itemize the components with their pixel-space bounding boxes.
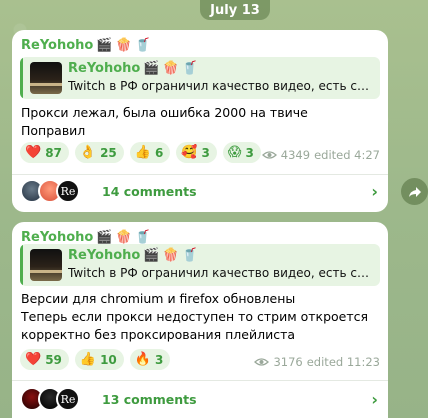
ok-hand-emoji: 👌 [79, 145, 97, 160]
comments-count: 14 comments [102, 183, 197, 199]
edited-time: edited 4:27 [314, 148, 380, 162]
eye-icon [261, 151, 277, 159]
post-meta: 4349 edited 4:27 [261, 148, 380, 162]
reply-thumbnail [30, 62, 62, 94]
clapperboard-emoji: 🎬 [143, 61, 160, 76]
sender-name: ReYohoho [21, 38, 94, 53]
reply-author: ReYohoho 🎬 🍿 🥤 [68, 248, 198, 263]
date-separator: July 13 [200, 0, 270, 20]
popcorn-emoji: 🍿 [115, 38, 132, 53]
clapperboard-emoji: 🎬 [143, 248, 160, 263]
smiling-hearts-emoji: 🥰 [181, 145, 198, 160]
divider [12, 380, 388, 381]
reply-thumbnail [30, 249, 62, 281]
reaction-screaming[interactable]: 😱 3 [222, 142, 261, 163]
reply-author-name: ReYohoho [68, 61, 141, 76]
post-meta: 3176 edited 11:23 [254, 355, 380, 369]
view-count: 3176 [273, 355, 303, 369]
commenter-avatars: Re [20, 179, 92, 203]
cup-emoji: 🥤 [181, 248, 198, 263]
reaction-thumbs-up[interactable]: 👍 6 [129, 142, 171, 163]
reply-text: Twitch в РФ ограничил качество видео, ес… [68, 266, 374, 280]
reaction-fire[interactable]: 🔥 3 [129, 349, 171, 370]
post-sender[interactable]: ReYohoho 🎬 🍿 🥤 [21, 38, 151, 53]
avatar: Re [56, 387, 80, 411]
reaction-count: 25 [100, 145, 117, 160]
comments-count: 13 comments [102, 391, 197, 407]
eye-icon [254, 358, 270, 366]
avatar: Re [56, 179, 80, 203]
reaction-count: 59 [45, 352, 62, 367]
popcorn-emoji: 🍿 [115, 230, 132, 245]
comments-button[interactable]: Re 14 comments › [20, 176, 378, 206]
post-sender[interactable]: ReYohoho 🎬 🍿 🥤 [21, 230, 151, 245]
share-arrow-icon[interactable] [401, 178, 428, 205]
reaction-heart[interactable]: ❤️ 87 [20, 142, 69, 163]
channel-post: ReYohoho 🎬 🍿 🥤 ReYohoho 🎬 🍿 🥤 Twitch в Р… [12, 30, 388, 212]
reaction-ok-hand[interactable]: 👌 25 [74, 142, 124, 163]
screaming-emoji: 😱 [227, 145, 242, 160]
post-text: Прокси лежал, была ошибка 2000 на твиче … [21, 105, 308, 138]
clapperboard-emoji: 🎬 [96, 230, 113, 245]
sender-name: ReYohoho [21, 230, 94, 245]
reaction-count: 3 [201, 145, 210, 160]
reply-quote[interactable]: ReYohoho 🎬 🍿 🥤 Twitch в РФ ограничил кач… [20, 57, 380, 99]
commenter-avatars: Re [20, 387, 92, 411]
reaction-count: 6 [154, 145, 164, 160]
reaction-thumbs-up[interactable]: 👍 10 [74, 349, 124, 370]
reaction-count: 87 [45, 145, 62, 160]
reaction-count: 3 [154, 352, 164, 367]
heart-emoji: ❤️ [25, 145, 42, 160]
divider [12, 174, 388, 175]
popcorn-emoji: 🍿 [162, 61, 179, 76]
reply-author-name: ReYohoho [68, 248, 141, 263]
clapperboard-emoji: 🎬 [96, 38, 113, 53]
reaction-count: 10 [100, 352, 117, 367]
edited-time: edited 11:23 [306, 355, 380, 369]
thumbs-up-emoji: 👍 [79, 352, 97, 367]
cup-emoji: 🥤 [134, 230, 151, 245]
reaction-smiling-hearts[interactable]: 🥰 3 [176, 142, 217, 163]
chevron-right-icon: › [371, 389, 378, 409]
reply-author: ReYohoho 🎬 🍿 🥤 [68, 61, 198, 76]
fire-emoji: 🔥 [134, 352, 151, 367]
popcorn-emoji: 🍿 [162, 248, 179, 263]
reactions-bar: ❤️ 59 👍 10 🔥 3 [20, 349, 171, 370]
view-count: 4349 [280, 148, 311, 162]
cup-emoji: 🥤 [134, 38, 151, 53]
reaction-heart[interactable]: ❤️ 59 [20, 349, 69, 370]
reply-quote[interactable]: ReYohoho 🎬 🍿 🥤 Twitch в РФ ограничил кач… [20, 244, 380, 286]
channel-post: ReYohoho 🎬 🍿 🥤 ReYohoho 🎬 🍿 🥤 Twitch в Р… [12, 222, 388, 418]
cup-emoji: 🥤 [181, 61, 198, 76]
heart-emoji: ❤️ [25, 352, 42, 367]
reply-text: Twitch в РФ ограничил качество видео, ес… [68, 79, 374, 93]
post-text: Версии для chromium и firefox обновлены … [21, 291, 369, 342]
chevron-right-icon: › [371, 181, 378, 201]
thumbs-up-emoji: 👍 [134, 145, 151, 160]
reactions-bar: ❤️ 87 👌 25 👍 6 🥰 3 😱 3 [20, 142, 261, 163]
comments-button[interactable]: Re 13 comments › [20, 384, 378, 414]
reaction-count: 3 [245, 145, 254, 160]
